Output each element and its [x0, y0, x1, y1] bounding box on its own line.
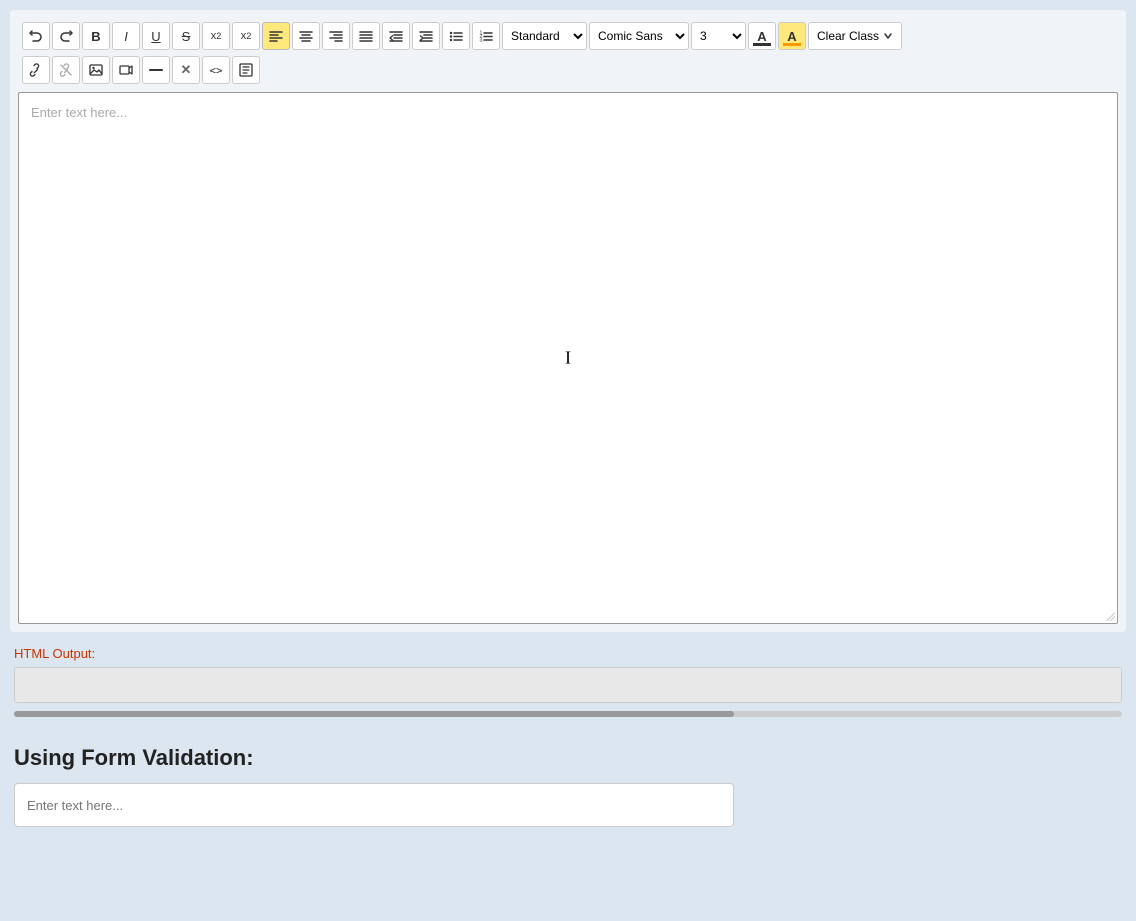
undo-icon	[29, 29, 43, 43]
format-icon	[239, 63, 253, 77]
hr-icon	[149, 63, 163, 77]
font-size-select[interactable]: 1 2 3 4 5 6 7	[691, 22, 746, 50]
video-button[interactable]	[112, 56, 140, 84]
align-left-button[interactable]	[262, 22, 290, 50]
image-button[interactable]	[82, 56, 110, 84]
ordered-list-icon: 1. 2. 3.	[479, 29, 493, 43]
indent-increase-icon	[419, 29, 433, 43]
format-button[interactable]	[232, 56, 260, 84]
scrollbar-track[interactable]	[14, 711, 1122, 717]
ordered-list-button[interactable]: 1. 2. 3.	[472, 22, 500, 50]
link-icon	[29, 63, 43, 77]
indent-decrease-icon	[389, 29, 403, 43]
rich-text-editor[interactable]	[19, 93, 1117, 623]
scrollbar-thumb[interactable]	[14, 711, 734, 717]
form-validation-section: Using Form Validation:	[10, 721, 1126, 831]
superscript-button[interactable]: x2	[232, 22, 260, 50]
hr-button[interactable]	[142, 56, 170, 84]
remove-format-button[interactable]: ✕	[172, 56, 200, 84]
clear-class-chevron-icon	[883, 31, 893, 41]
source-code-button[interactable]: <>	[202, 56, 230, 84]
align-right-button[interactable]	[322, 22, 350, 50]
align-justify-button[interactable]	[352, 22, 380, 50]
align-right-icon	[329, 29, 343, 43]
align-center-button[interactable]	[292, 22, 320, 50]
undo-button[interactable]	[22, 22, 50, 50]
bold-button[interactable]: B	[82, 22, 110, 50]
unlink-icon	[59, 63, 73, 77]
editor-wrapper: I	[18, 92, 1118, 624]
redo-button[interactable]	[52, 22, 80, 50]
toolbar: B I U S x2 x2	[18, 18, 1118, 90]
html-output-label: HTML Output:	[14, 646, 1122, 661]
strikethrough-button[interactable]: S	[172, 22, 200, 50]
highlight-color-bar	[783, 43, 801, 46]
style-select[interactable]: Standard Header 1 Header 2 Header 3	[502, 22, 587, 50]
unordered-list-button[interactable]	[442, 22, 470, 50]
indent-decrease-button[interactable]	[382, 22, 410, 50]
link-button[interactable]	[22, 56, 50, 84]
subscript-button[interactable]: x2	[202, 22, 230, 50]
align-center-icon	[299, 29, 313, 43]
toolbar-row-2: ✕ <>	[22, 56, 260, 84]
font-select[interactable]: Comic Sans Arial Times New Roman Courier	[589, 22, 689, 50]
toolbar-row-1: B I U S x2 x2	[22, 22, 902, 50]
unordered-list-icon	[449, 29, 463, 43]
font-color-button[interactable]: A	[748, 22, 776, 50]
align-left-icon	[269, 29, 283, 43]
svg-text:3.: 3.	[480, 38, 484, 44]
redo-icon	[59, 29, 73, 43]
indent-increase-button[interactable]	[412, 22, 440, 50]
underline-button[interactable]: U	[142, 22, 170, 50]
html-output-section: HTML Output:	[10, 642, 1126, 721]
image-icon	[89, 63, 103, 77]
form-validation-input[interactable]	[14, 783, 734, 827]
highlight-color-button[interactable]: A	[778, 22, 806, 50]
editor-container: B I U S x2 x2	[10, 10, 1126, 632]
italic-button[interactable]: I	[112, 22, 140, 50]
font-color-bar	[753, 43, 771, 46]
html-output-box	[14, 667, 1122, 703]
form-validation-title: Using Form Validation:	[14, 745, 1122, 771]
align-justify-icon	[359, 29, 373, 43]
unlink-button[interactable]	[52, 56, 80, 84]
clear-class-button[interactable]: Clear Class	[808, 22, 902, 50]
video-icon	[119, 63, 133, 77]
